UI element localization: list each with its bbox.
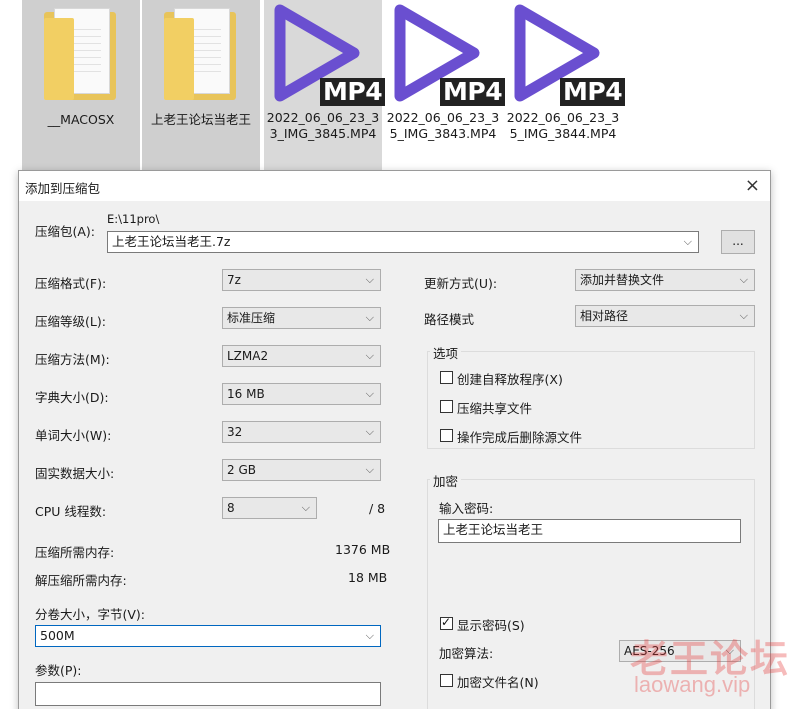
- video-file-icon: MP4: [266, 0, 386, 108]
- threads-label: CPU 线程数:: [35, 504, 107, 519]
- file-name: 2022_06_06_23_35_IMG_3844.MP4: [506, 110, 620, 141]
- chevron-down-icon: ⌵: [739, 309, 748, 322]
- encryption-title: 加密: [430, 471, 462, 490]
- file-item-folder[interactable]: 上老王论坛当老王: [142, 0, 260, 170]
- file-list: __MACOSX 上老王论坛当老王 MP4 2022_06_06_23_33_I…: [0, 0, 800, 170]
- file-name: 2022_06_06_23_33_IMG_3845.MP4: [266, 110, 380, 141]
- video-file-icon: MP4: [506, 0, 626, 108]
- mp4-badge: MP4: [320, 78, 386, 106]
- chevron-down-icon: ⌵: [365, 425, 374, 438]
- file-item-mp4-3843[interactable]: MP4 2022_06_06_23_35_IMG_3843.MP4: [384, 0, 506, 170]
- mem-comp-value: 1376 MB: [335, 542, 391, 557]
- video-file-icon: MP4: [386, 0, 506, 108]
- show-password-label: 显示密码(S): [457, 618, 525, 633]
- mp4-badge: MP4: [440, 78, 506, 106]
- format-select[interactable]: 7z ⌵: [222, 269, 381, 291]
- level-label: 压缩等级(L):: [35, 314, 106, 329]
- threads-select[interactable]: 8 ⌵: [222, 497, 317, 519]
- archive-path: E:\11pro\: [107, 212, 160, 226]
- dict-select[interactable]: 16 MB ⌵: [222, 383, 381, 405]
- title-bar: 添加到压缩包 ×: [19, 171, 770, 201]
- close-icon[interactable]: ×: [745, 175, 760, 196]
- file-item-mp4-3844[interactable]: MP4 2022_06_06_23_35_IMG_3844.MP4: [504, 0, 626, 170]
- folder-icon: [44, 8, 116, 100]
- level-select[interactable]: 标准压缩 ⌵: [222, 307, 381, 329]
- method-select[interactable]: LZMA2 ⌵: [222, 345, 381, 367]
- update-label: 更新方式(U):: [424, 276, 498, 291]
- password-label: 输入密码:: [439, 501, 494, 516]
- volume-label: 分卷大小，字节(V):: [35, 607, 146, 622]
- shared-label: 压缩共享文件: [457, 401, 533, 416]
- update-mode-select[interactable]: 添加并替换文件 ⌵: [575, 269, 755, 291]
- mp4-badge: MP4: [560, 78, 626, 106]
- word-label: 单词大小(W):: [35, 428, 112, 443]
- shared-checkbox[interactable]: [440, 400, 453, 413]
- options-title: 选项: [430, 343, 462, 362]
- file-name: __MACOSX: [47, 112, 115, 127]
- chevron-down-icon: ⌵: [301, 501, 310, 514]
- solid-label: 固实数据大小:: [35, 466, 115, 481]
- chevron-down-icon: ⌵: [365, 311, 374, 324]
- path-mode-label: 路径模式: [424, 312, 475, 327]
- mem-decomp-value: 18 MB: [348, 570, 388, 585]
- sfx-checkbox[interactable]: [440, 371, 453, 384]
- method-label: 压缩方法(M):: [35, 352, 110, 367]
- path-mode-select[interactable]: 相对路径 ⌵: [575, 305, 755, 327]
- chevron-down-icon: ⌵: [365, 349, 374, 362]
- word-select[interactable]: 32 ⌵: [222, 421, 381, 443]
- volume-size-input[interactable]: 500M ⌵: [35, 625, 381, 647]
- mem-decomp-label: 解压缩所需内存:: [35, 573, 127, 588]
- chevron-down-icon: ⌵: [365, 629, 374, 642]
- format-label: 压缩格式(F):: [35, 276, 107, 291]
- threads-max: / 8: [369, 501, 386, 516]
- show-password-checkbox[interactable]: [440, 615, 453, 630]
- browse-button[interactable]: ...: [721, 230, 755, 254]
- params-label: 参数(P):: [35, 663, 82, 678]
- archive-label: 压缩包(A):: [35, 224, 96, 239]
- password-input[interactable]: 上老王论坛当老王: [438, 519, 741, 543]
- sfx-label: 创建自释放程序(X): [457, 372, 563, 387]
- chevron-down-icon: ⌵: [365, 273, 374, 286]
- delete-source-checkbox[interactable]: [440, 429, 453, 442]
- encrypt-names-label: 加密文件名(N): [457, 675, 539, 690]
- delete-source-label: 操作完成后删除源文件: [457, 430, 583, 445]
- file-name: 2022_06_06_23_35_IMG_3843.MP4: [386, 110, 500, 141]
- solid-select[interactable]: 2 GB ⌵: [222, 459, 381, 481]
- chevron-down-icon: ⌵: [739, 273, 748, 286]
- watermark-url: laowang.vip: [634, 672, 751, 697]
- chevron-down-icon: ⌵: [365, 387, 374, 400]
- chevron-down-icon: ⌵: [683, 235, 692, 248]
- mem-comp-label: 压缩所需内存:: [35, 545, 115, 560]
- file-name: 上老王论坛当老王: [150, 112, 251, 127]
- dialog-title: 添加到压缩包: [25, 181, 101, 196]
- archive-name-input[interactable]: 上老王论坛当老王.7z ⌵: [107, 231, 699, 253]
- encrypt-names-checkbox[interactable]: [440, 674, 453, 687]
- chevron-down-icon: ⌵: [365, 463, 374, 476]
- file-item-macosx[interactable]: __MACOSX: [22, 0, 140, 170]
- file-item-mp4-3845[interactable]: MP4 2022_06_06_23_33_IMG_3845.MP4: [264, 0, 386, 170]
- dict-label: 字典大小(D):: [35, 390, 109, 405]
- enc-method-label: 加密算法:: [439, 646, 494, 661]
- folder-icon: [164, 8, 236, 100]
- params-input[interactable]: [35, 682, 381, 706]
